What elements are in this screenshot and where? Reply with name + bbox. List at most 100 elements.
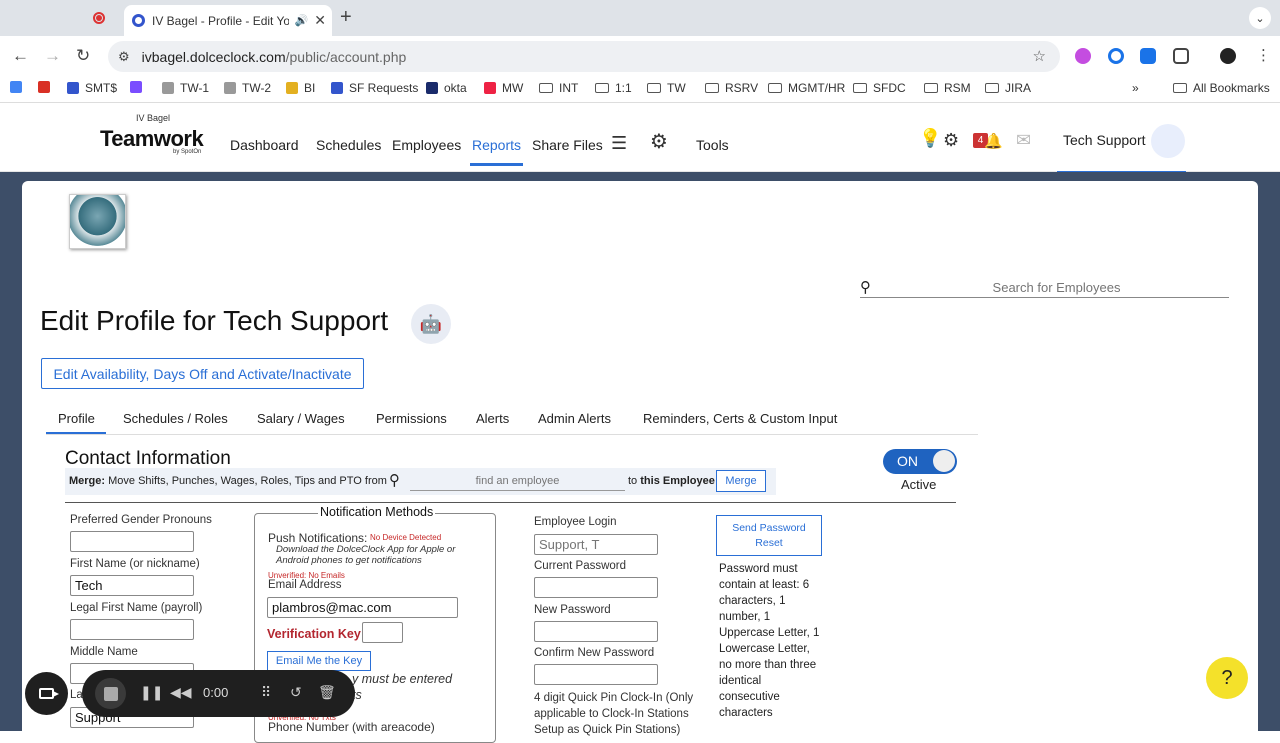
nav-dashboard[interactable]: Dashboard — [230, 137, 299, 153]
bookmark-item[interactable]: MGMT/HR — [768, 81, 845, 95]
confirm-password-field[interactable] — [534, 664, 658, 685]
stack-icon[interactable]: ☰ — [611, 133, 627, 154]
extension-icon[interactable] — [1140, 48, 1156, 64]
nav-reports[interactable]: Reports — [472, 137, 521, 153]
site-info-icon[interactable]: ⚙ — [118, 49, 130, 65]
bookmark-item[interactable]: BI — [286, 81, 315, 95]
bookmark-item[interactable]: JIRA — [985, 81, 1031, 95]
bookmark-item[interactable]: RSRV — [705, 81, 758, 95]
camera-button[interactable] — [25, 672, 68, 715]
search-icon: ⚲ — [389, 472, 400, 489]
bookmark-star-icon[interactable]: ☆ — [1033, 47, 1046, 65]
new-tab-button[interactable]: + — [340, 6, 352, 29]
bookmark-item[interactable]: INT — [539, 81, 578, 95]
bookmark-item[interactable]: TW-1 — [162, 81, 209, 95]
nav-share-files[interactable]: Share Files — [532, 137, 603, 153]
pause-icon[interactable]: ❚❚ — [140, 684, 163, 701]
bookmark-item[interactable] — [10, 81, 28, 93]
extension-icon[interactable] — [1108, 48, 1124, 64]
bookmark-item[interactable] — [38, 81, 56, 93]
restart-icon[interactable]: ↺ — [290, 684, 302, 701]
bookmark-item[interactable]: okta — [426, 81, 467, 95]
bookmark-item[interactable]: RSM — [924, 81, 971, 95]
nav-schedules[interactable]: Schedules — [316, 137, 381, 153]
extensions-puzzle-icon[interactable] — [1173, 48, 1189, 64]
browser-menu-icon[interactable]: ⋮ — [1256, 46, 1271, 64]
bookmark-item[interactable]: MW — [484, 81, 523, 95]
legal-first-name-field[interactable] — [70, 619, 194, 640]
pronouns-field[interactable] — [70, 531, 194, 552]
bookmark-item[interactable]: SFDC — [853, 81, 906, 95]
close-tab-icon[interactable]: ✕ — [314, 12, 326, 29]
favicon-icon — [132, 14, 145, 27]
gmail-icon — [38, 81, 50, 93]
drag-handle-icon[interactable]: ⠿ — [261, 684, 271, 701]
speaker-icon[interactable]: 🔊 — [295, 14, 309, 27]
folder-icon — [647, 83, 661, 93]
active-toggle[interactable]: ON — [883, 449, 957, 474]
current-password-field[interactable] — [534, 577, 658, 598]
employee-login-field[interactable] — [534, 534, 658, 555]
trash-icon[interactable]: 🗑 — [318, 684, 336, 701]
bookmark-label: SFDC — [873, 81, 906, 95]
send-password-reset-button[interactable]: Send Password Reset — [716, 515, 822, 556]
more-bookmarks-button[interactable]: » — [1132, 81, 1139, 95]
bookmark-label: 1:1 — [615, 81, 632, 95]
workflow-icon[interactable]: ⚙ — [650, 129, 668, 154]
tab-permissions[interactable]: Permissions — [376, 411, 447, 426]
forward-icon[interactable]: → — [44, 46, 61, 66]
password-rules: Password must contain at least: 6 charac… — [719, 563, 820, 719]
email-field[interactable] — [267, 597, 458, 618]
mail-icon[interactable]: ✉ — [1016, 130, 1031, 151]
back-icon[interactable]: ← — [12, 46, 29, 66]
gear-icon[interactable]: ⚙ — [943, 130, 959, 151]
verification-key-field[interactable] — [362, 622, 403, 643]
reload-icon[interactable]: ↻ — [76, 46, 90, 66]
bookmark-item[interactable]: TW-2 — [224, 81, 271, 95]
help-button[interactable]: ? — [1206, 657, 1248, 699]
email-label: Email Address — [268, 579, 342, 591]
record-icon — [93, 12, 105, 24]
merge-to: to — [628, 475, 638, 487]
nav-tools[interactable]: Tools — [696, 137, 729, 153]
bookmark-item[interactable]: 1:1 — [595, 81, 632, 95]
search-icon[interactable]: ⚲ — [860, 278, 871, 296]
search-input[interactable] — [884, 278, 1229, 296]
bookmark-label: JIRA — [1005, 81, 1032, 95]
middle-name-label: Middle Name — [70, 646, 138, 658]
bookmark-item[interactable]: TW — [647, 81, 686, 95]
nav-employees[interactable]: Employees — [392, 137, 461, 153]
new-password-field[interactable] — [534, 621, 658, 642]
calendar-icon — [10, 81, 22, 93]
bookmark-item[interactable]: SMT$ — [67, 81, 117, 95]
tab-reminders[interactable]: Reminders, Certs & Custom Input — [643, 411, 837, 426]
first-name-field[interactable] — [70, 575, 194, 596]
bookmark-item[interactable] — [130, 81, 148, 93]
tab-alerts[interactable]: Alerts — [476, 411, 509, 426]
avatar[interactable] — [1151, 124, 1185, 158]
bookmark-label: RSM — [944, 81, 971, 95]
active-tab[interactable]: IV Bagel - Profile - Edit Yo 🔊 ✕ — [124, 5, 332, 36]
tab-salary-wages[interactable]: Salary / Wages — [257, 411, 345, 426]
tab-profile[interactable]: Profile — [58, 411, 95, 426]
tab-search-button[interactable]: ⌄ — [1249, 7, 1271, 29]
rewind-icon[interactable]: ◀◀ — [170, 684, 192, 701]
bookmark-item[interactable]: SF Requests — [331, 81, 418, 95]
merge-button[interactable]: Merge — [716, 470, 766, 492]
edit-availability-button[interactable]: Edit Availability, Days Off and Activate… — [41, 358, 364, 389]
email-key-button[interactable]: Email Me the Key — [267, 651, 371, 671]
profile-icon[interactable] — [1220, 48, 1236, 64]
address-bar[interactable]: ⚙ ivbagel.dolceclock.com/public/account.… — [108, 41, 1060, 72]
all-bookmarks-button[interactable]: All Bookmarks — [1173, 81, 1270, 95]
user-name[interactable]: Tech Support — [1063, 132, 1146, 148]
extension-icon[interactable] — [1075, 48, 1091, 64]
lightbulb-icon[interactable]: 💡 — [919, 128, 941, 149]
merge-employee-input[interactable] — [410, 472, 625, 491]
recording-timer: 0:00 — [203, 685, 229, 700]
tab-schedules-roles[interactable]: Schedules / Roles — [123, 411, 228, 426]
folder-icon — [768, 83, 782, 93]
recording-tab[interactable] — [86, 7, 112, 29]
bell-icon[interactable]: 🔔 — [984, 132, 1003, 150]
tab-admin-alerts[interactable]: Admin Alerts — [538, 411, 611, 426]
robot-icon[interactable]: 🤖 — [411, 304, 451, 344]
